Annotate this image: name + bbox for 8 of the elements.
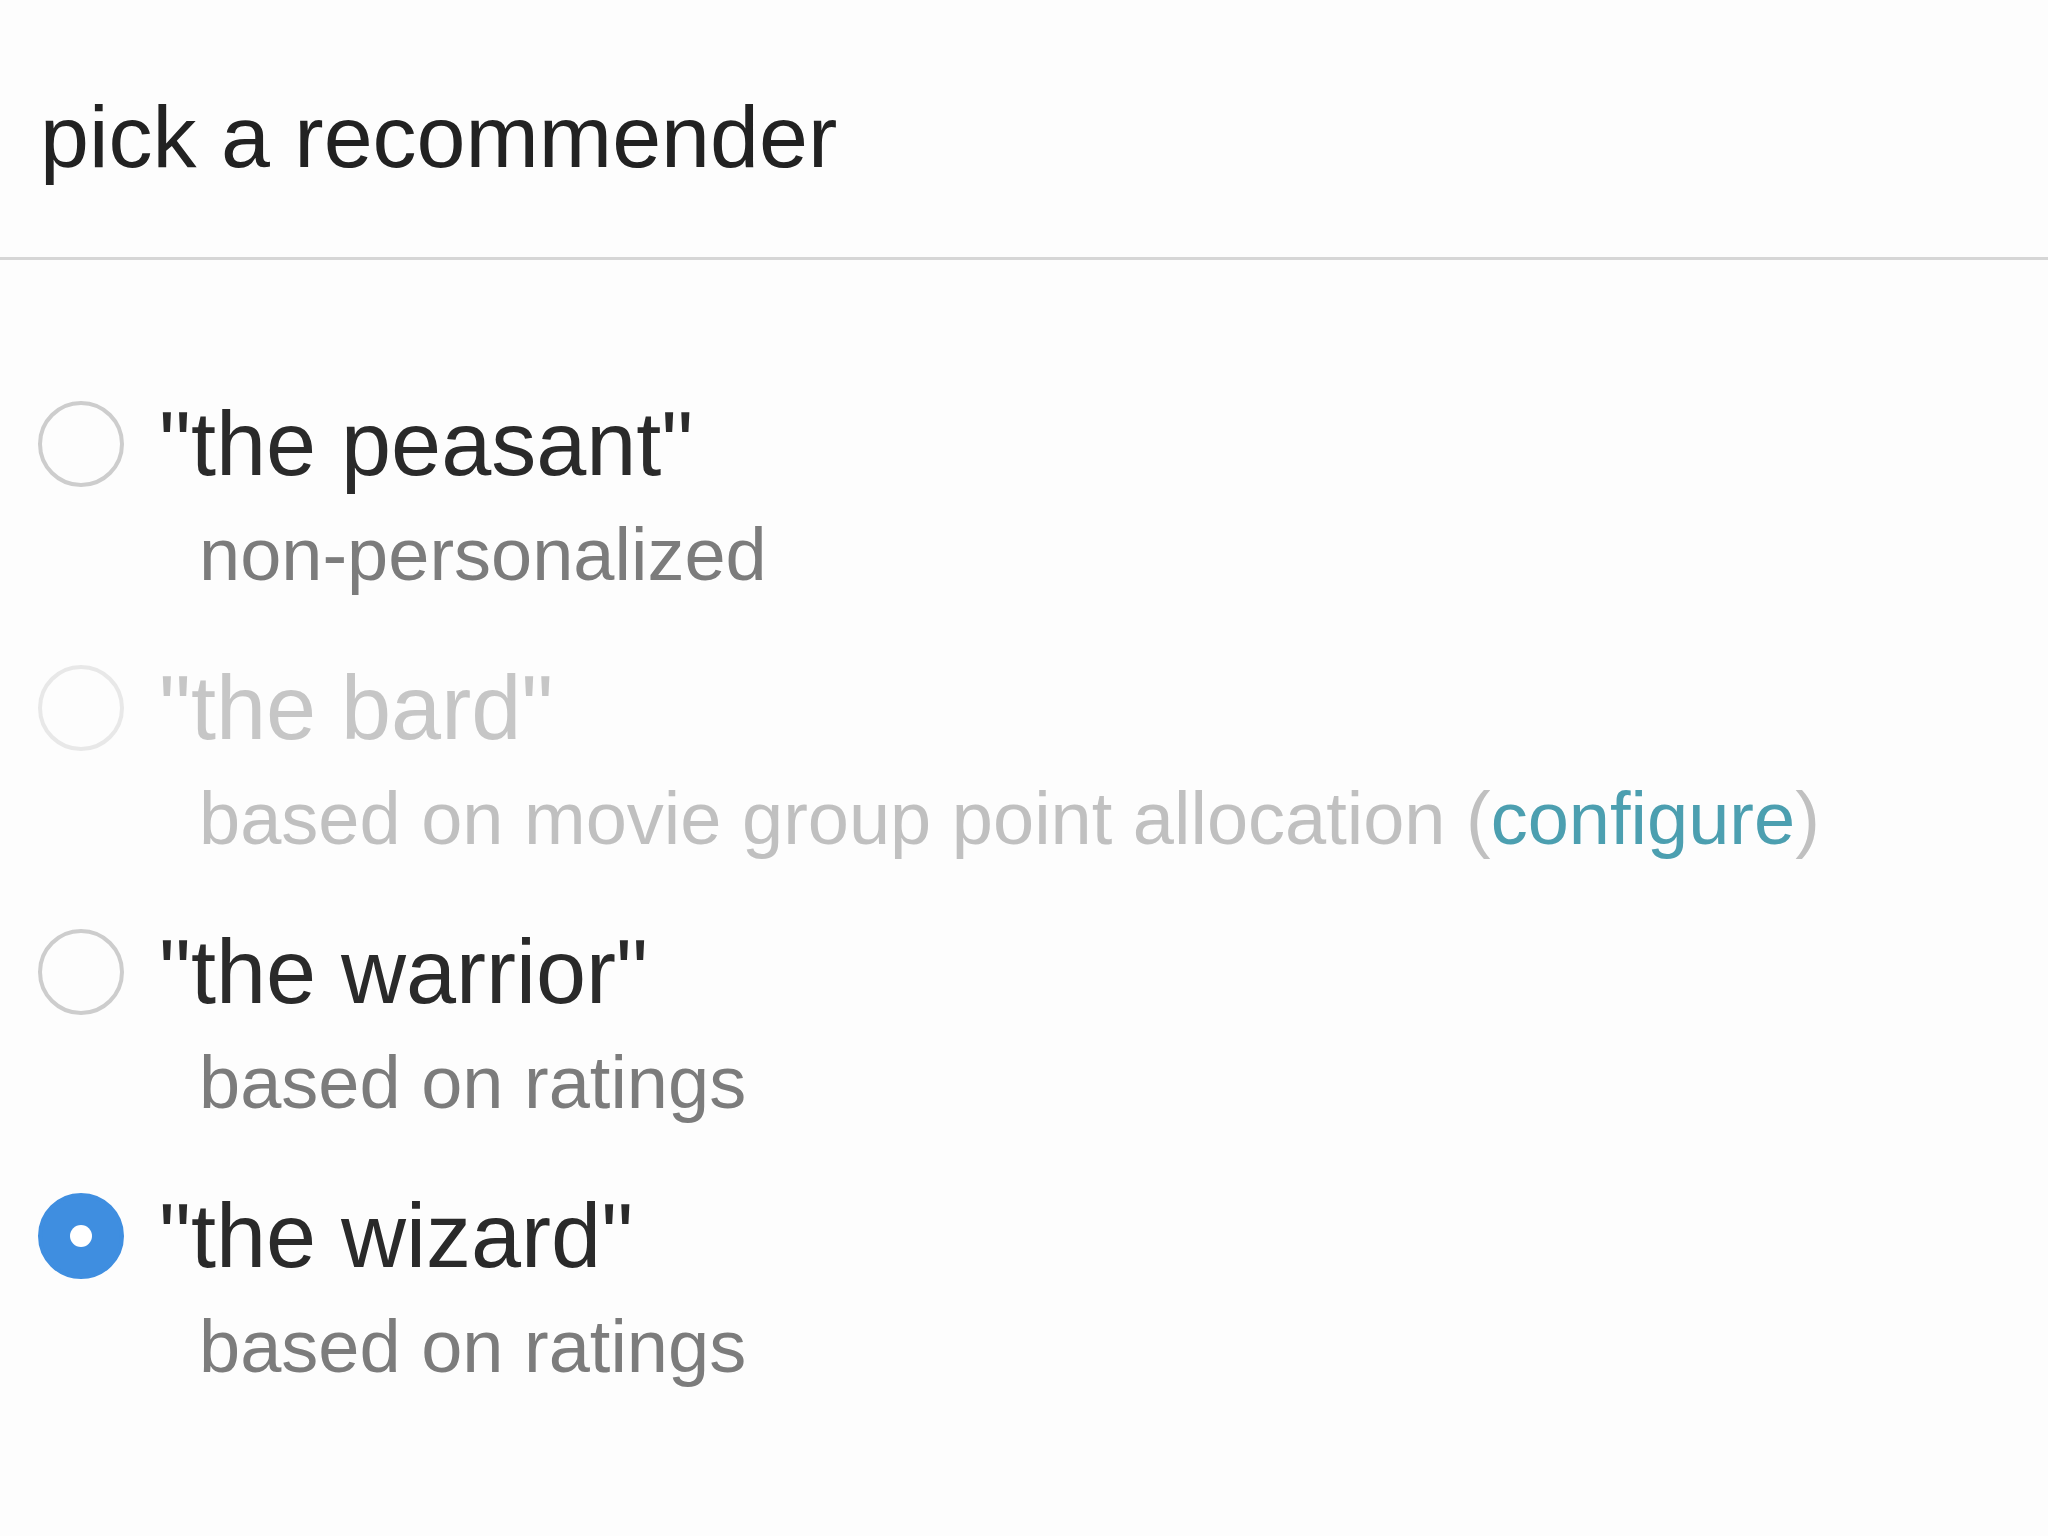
option-title: "the wizard" (159, 1186, 634, 1286)
panel-title: pick a recommender (40, 87, 838, 187)
option-description: based on ratings (199, 1304, 747, 1390)
option-title: "the peasant" (159, 394, 694, 494)
option-description: non-personalized (199, 512, 767, 598)
option-title: "the warrior" (159, 922, 649, 1022)
option-description: based on ratings (199, 1040, 747, 1126)
option-description: based on movie group point allocation (configure) (199, 776, 1820, 862)
